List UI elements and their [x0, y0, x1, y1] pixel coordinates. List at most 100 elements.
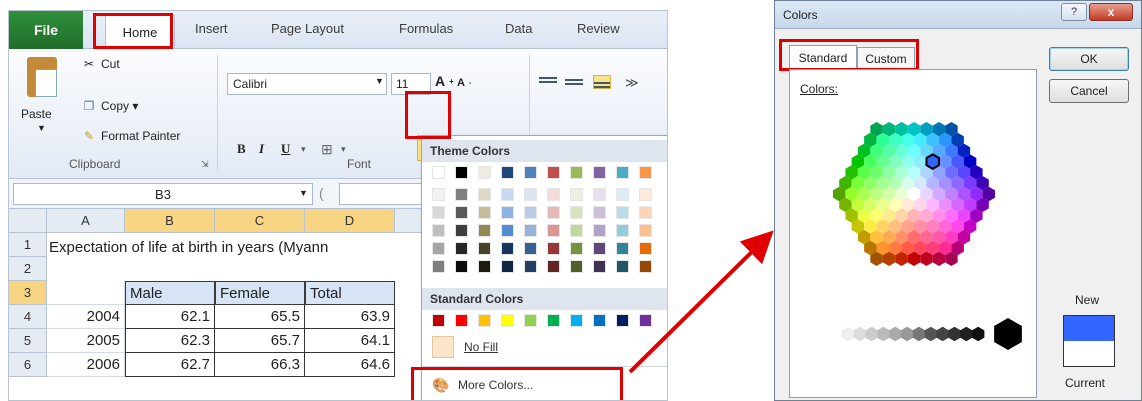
- name-box[interactable]: B3: [13, 183, 313, 205]
- theme-shade-swatch[interactable]: [455, 206, 468, 219]
- theme-shade-swatch[interactable]: [593, 242, 606, 255]
- theme-color-swatch[interactable]: [593, 166, 606, 179]
- theme-shade-swatch[interactable]: [593, 206, 606, 219]
- table-cell[interactable]: 63.9: [305, 305, 395, 329]
- theme-shade-swatch[interactable]: [547, 260, 560, 273]
- align-top-icon[interactable]: [539, 75, 557, 89]
- theme-shade-swatch[interactable]: [570, 188, 583, 201]
- theme-shade-swatch[interactable]: [432, 224, 445, 237]
- standard-color-swatch[interactable]: [570, 314, 583, 327]
- align-bottom-icon[interactable]: [593, 75, 611, 89]
- standard-color-swatch[interactable]: [639, 314, 652, 327]
- theme-color-swatch[interactable]: [478, 166, 491, 179]
- theme-shade-swatch[interactable]: [432, 242, 445, 255]
- table-cell[interactable]: 66.3: [215, 353, 305, 377]
- theme-color-swatch[interactable]: [547, 166, 560, 179]
- theme-shade-swatch[interactable]: [570, 224, 583, 237]
- table-cell[interactable]: 2005: [47, 329, 125, 353]
- theme-shade-swatch[interactable]: [639, 242, 652, 255]
- theme-color-swatch[interactable]: [455, 166, 468, 179]
- theme-shade-swatch[interactable]: [593, 224, 606, 237]
- theme-shade-swatch[interactable]: [455, 242, 468, 255]
- cancel-button[interactable]: Cancel: [1049, 79, 1129, 103]
- column-header[interactable]: A: [47, 209, 125, 233]
- borders-dropdown-icon[interactable]: ▾: [341, 144, 346, 155]
- theme-shade-swatch[interactable]: [547, 224, 560, 237]
- theme-shade-swatch[interactable]: [478, 206, 491, 219]
- theme-shade-swatch[interactable]: [501, 260, 514, 273]
- theme-shade-swatch[interactable]: [616, 206, 629, 219]
- theme-shade-swatch[interactable]: [570, 242, 583, 255]
- theme-color-swatch[interactable]: [639, 166, 652, 179]
- standard-color-swatch[interactable]: [455, 314, 468, 327]
- theme-color-swatch[interactable]: [616, 166, 629, 179]
- theme-shade-swatch[interactable]: [639, 224, 652, 237]
- theme-shade-swatch[interactable]: [455, 188, 468, 201]
- theme-shade-swatch[interactable]: [570, 260, 583, 273]
- theme-color-swatch[interactable]: [501, 166, 514, 179]
- row-header[interactable]: 3: [9, 281, 47, 305]
- table-cell[interactable]: 65.5: [215, 305, 305, 329]
- tab-page-layout[interactable]: Page Layout: [271, 21, 344, 36]
- theme-shade-swatch[interactable]: [478, 242, 491, 255]
- paste-dropdown-icon[interactable]: ▼: [37, 123, 46, 133]
- standard-color-swatch[interactable]: [524, 314, 537, 327]
- help-button[interactable]: ?: [1061, 3, 1087, 21]
- theme-shade-swatch[interactable]: [501, 206, 514, 219]
- name-box-dropdown-icon[interactable]: ▼: [299, 188, 308, 198]
- align-middle-icon[interactable]: [565, 77, 583, 91]
- grow-font-icon[interactable]: A +: [435, 73, 454, 89]
- theme-shade-swatch[interactable]: [547, 242, 560, 255]
- theme-color-swatch[interactable]: [570, 166, 583, 179]
- theme-shade-swatch[interactable]: [524, 224, 537, 237]
- font-name-dropdown-icon[interactable]: ▼: [375, 76, 384, 86]
- format-painter-button[interactable]: ✎ Format Painter: [81, 129, 180, 143]
- table-cell[interactable]: 62.7: [125, 353, 215, 377]
- select-all-corner[interactable]: [9, 209, 47, 233]
- theme-shade-swatch[interactable]: [524, 206, 537, 219]
- theme-shade-swatch[interactable]: [547, 206, 560, 219]
- cut-button[interactable]: ✂ Cut: [81, 57, 120, 71]
- formula-input[interactable]: [339, 183, 429, 205]
- theme-shade-swatch[interactable]: [501, 188, 514, 201]
- shrink-font-icon[interactable]: A-: [457, 77, 471, 89]
- standard-color-swatch[interactable]: [616, 314, 629, 327]
- theme-shade-swatch[interactable]: [616, 224, 629, 237]
- theme-shade-swatch[interactable]: [478, 224, 491, 237]
- theme-shade-swatch[interactable]: [639, 206, 652, 219]
- theme-shade-swatch[interactable]: [432, 260, 445, 273]
- table-cell[interactable]: 65.7: [215, 329, 305, 353]
- gray-hex-cell[interactable]: [853, 326, 866, 342]
- theme-shade-swatch[interactable]: [639, 260, 652, 273]
- tab-formulas[interactable]: Formulas: [399, 21, 453, 36]
- tab-data[interactable]: Data: [505, 21, 532, 36]
- theme-shade-swatch[interactable]: [524, 242, 537, 255]
- column-header[interactable]: D: [305, 209, 395, 233]
- borders-icon[interactable]: ⊞: [321, 141, 333, 158]
- gray-hex-cell[interactable]: [936, 326, 949, 342]
- theme-shade-swatch[interactable]: [639, 188, 652, 201]
- row-header[interactable]: 4: [9, 305, 47, 329]
- table-cell[interactable]: 2006: [47, 353, 125, 377]
- underline-dropdown-icon[interactable]: ▾: [301, 144, 306, 155]
- ok-button[interactable]: OK: [1049, 47, 1129, 71]
- underline-button[interactable]: U: [281, 141, 290, 157]
- table-cell[interactable]: 64.6: [305, 353, 395, 377]
- gray-hex-cell[interactable]: [960, 326, 973, 342]
- column-header[interactable]: C: [215, 209, 305, 233]
- theme-shade-swatch[interactable]: [547, 188, 560, 201]
- theme-shade-swatch[interactable]: [616, 260, 629, 273]
- cell[interactable]: [47, 281, 125, 305]
- theme-shade-swatch[interactable]: [478, 260, 491, 273]
- table-cell[interactable]: 64.1: [305, 329, 395, 353]
- theme-shade-swatch[interactable]: [432, 188, 445, 201]
- gray-hex-cell[interactable]: [841, 326, 855, 342]
- row-header[interactable]: 6: [9, 353, 47, 377]
- theme-shade-swatch[interactable]: [524, 260, 537, 273]
- gray-hex-cell[interactable]: [971, 326, 985, 342]
- copy-button[interactable]: ❐ Copy ▾: [81, 99, 139, 113]
- column-header[interactable]: B: [125, 209, 215, 233]
- bold-button[interactable]: B: [237, 141, 246, 157]
- standard-color-swatch[interactable]: [547, 314, 560, 327]
- theme-shade-swatch[interactable]: [455, 260, 468, 273]
